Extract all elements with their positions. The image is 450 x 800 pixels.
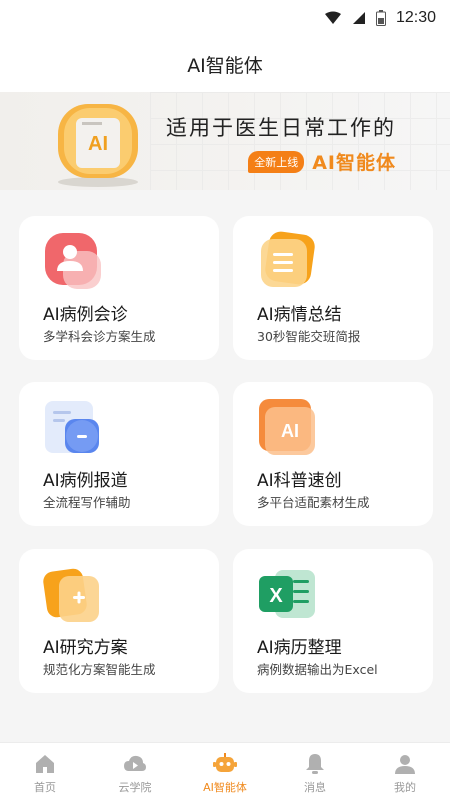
card-title: AI病例报道 xyxy=(43,471,128,491)
bell-icon xyxy=(306,754,324,774)
card-subtitle: 规范化方案智能生成 xyxy=(43,662,156,677)
card-ai-case-report[interactable]: AI病例报道 全流程写作辅助 xyxy=(19,382,219,526)
status-bar: 12:30 xyxy=(0,0,450,36)
cell-signal-icon xyxy=(352,12,365,24)
promo-banner[interactable]: AI 适用于医生日常工作的 全新上线 AI智能体 xyxy=(0,92,450,190)
card-subtitle: 多平台适配素材生成 xyxy=(257,495,370,510)
cloud-play-icon xyxy=(124,755,146,771)
tab-ai-agent[interactable]: AI智能体 xyxy=(180,743,270,800)
tab-cloud-academy[interactable]: 云学院 xyxy=(90,743,180,800)
new-launch-badge: 全新上线 xyxy=(248,150,305,173)
card-title: AI病例会诊 xyxy=(43,305,128,325)
tab-label: 我的 xyxy=(394,781,416,794)
tab-mine[interactable]: 我的 xyxy=(360,743,450,800)
card-title: AI科普速创 xyxy=(257,471,342,491)
wifi-icon xyxy=(324,11,341,24)
ai-device-illustration-icon: AI xyxy=(58,104,138,187)
report-doc-icon xyxy=(45,401,99,453)
ai-badge-icon: AI xyxy=(259,399,315,455)
card-title: AI研究方案 xyxy=(43,638,128,658)
page-header: AI智能体 xyxy=(0,36,450,92)
card-ai-case-consult[interactable]: AI病例会诊 多学科会诊方案生成 xyxy=(19,216,219,360)
tab-label: 云学院 xyxy=(118,781,152,794)
tab-home[interactable]: 首页 xyxy=(0,743,90,800)
banner-headline: 适用于医生日常工作的 xyxy=(166,116,396,140)
banner-subline: 全新上线 AI智能体 xyxy=(166,148,396,175)
research-plan-icon xyxy=(43,568,99,622)
banner-text: 适用于医生日常工作的 全新上线 AI智能体 xyxy=(166,112,396,175)
svg-text:X: X xyxy=(269,585,283,607)
robot-icon xyxy=(213,753,237,772)
card-title: AI病情总结 xyxy=(257,305,342,325)
battery-icon xyxy=(375,10,386,26)
svg-text:AI: AI xyxy=(281,421,299,441)
card-ai-condition-summary[interactable]: AI病情总结 30秒智能交班简报 xyxy=(233,216,433,360)
page-title: AI智能体 xyxy=(187,54,263,77)
card-subtitle: 30秒智能交班简报 xyxy=(257,329,361,344)
card-ai-record-organize[interactable]: X AI病历整理 病例数据输出为Excel xyxy=(233,549,433,693)
banner-highlight: AI智能体 xyxy=(312,152,396,174)
home-icon xyxy=(36,755,54,773)
tab-label: 消息 xyxy=(304,781,326,794)
card-subtitle: 多学科会诊方案生成 xyxy=(43,329,156,344)
card-title: AI病历整理 xyxy=(257,638,342,658)
tab-label: AI智能体 xyxy=(203,781,247,794)
card-ai-research-plan[interactable]: AI研究方案 规范化方案智能生成 xyxy=(19,549,219,693)
document-summary-icon xyxy=(261,231,315,287)
bottom-tab-bar: 首页 云学院 AI智能体 消息 我的 xyxy=(0,742,450,800)
status-time: 12:30 xyxy=(395,9,436,26)
tab-label: 首页 xyxy=(34,781,56,794)
svg-text:AI: AI xyxy=(88,133,108,155)
user-icon xyxy=(395,755,415,774)
card-subtitle: 病例数据输出为Excel xyxy=(257,662,378,677)
tab-messages[interactable]: 消息 xyxy=(270,743,360,800)
status-icons: 12:30 xyxy=(324,8,436,28)
consult-person-icon xyxy=(45,233,101,289)
card-ai-science-creation[interactable]: AI AI科普速创 多平台适配素材生成 xyxy=(233,382,433,526)
card-subtitle: 全流程写作辅助 xyxy=(43,495,131,510)
excel-icon: X xyxy=(259,570,315,618)
